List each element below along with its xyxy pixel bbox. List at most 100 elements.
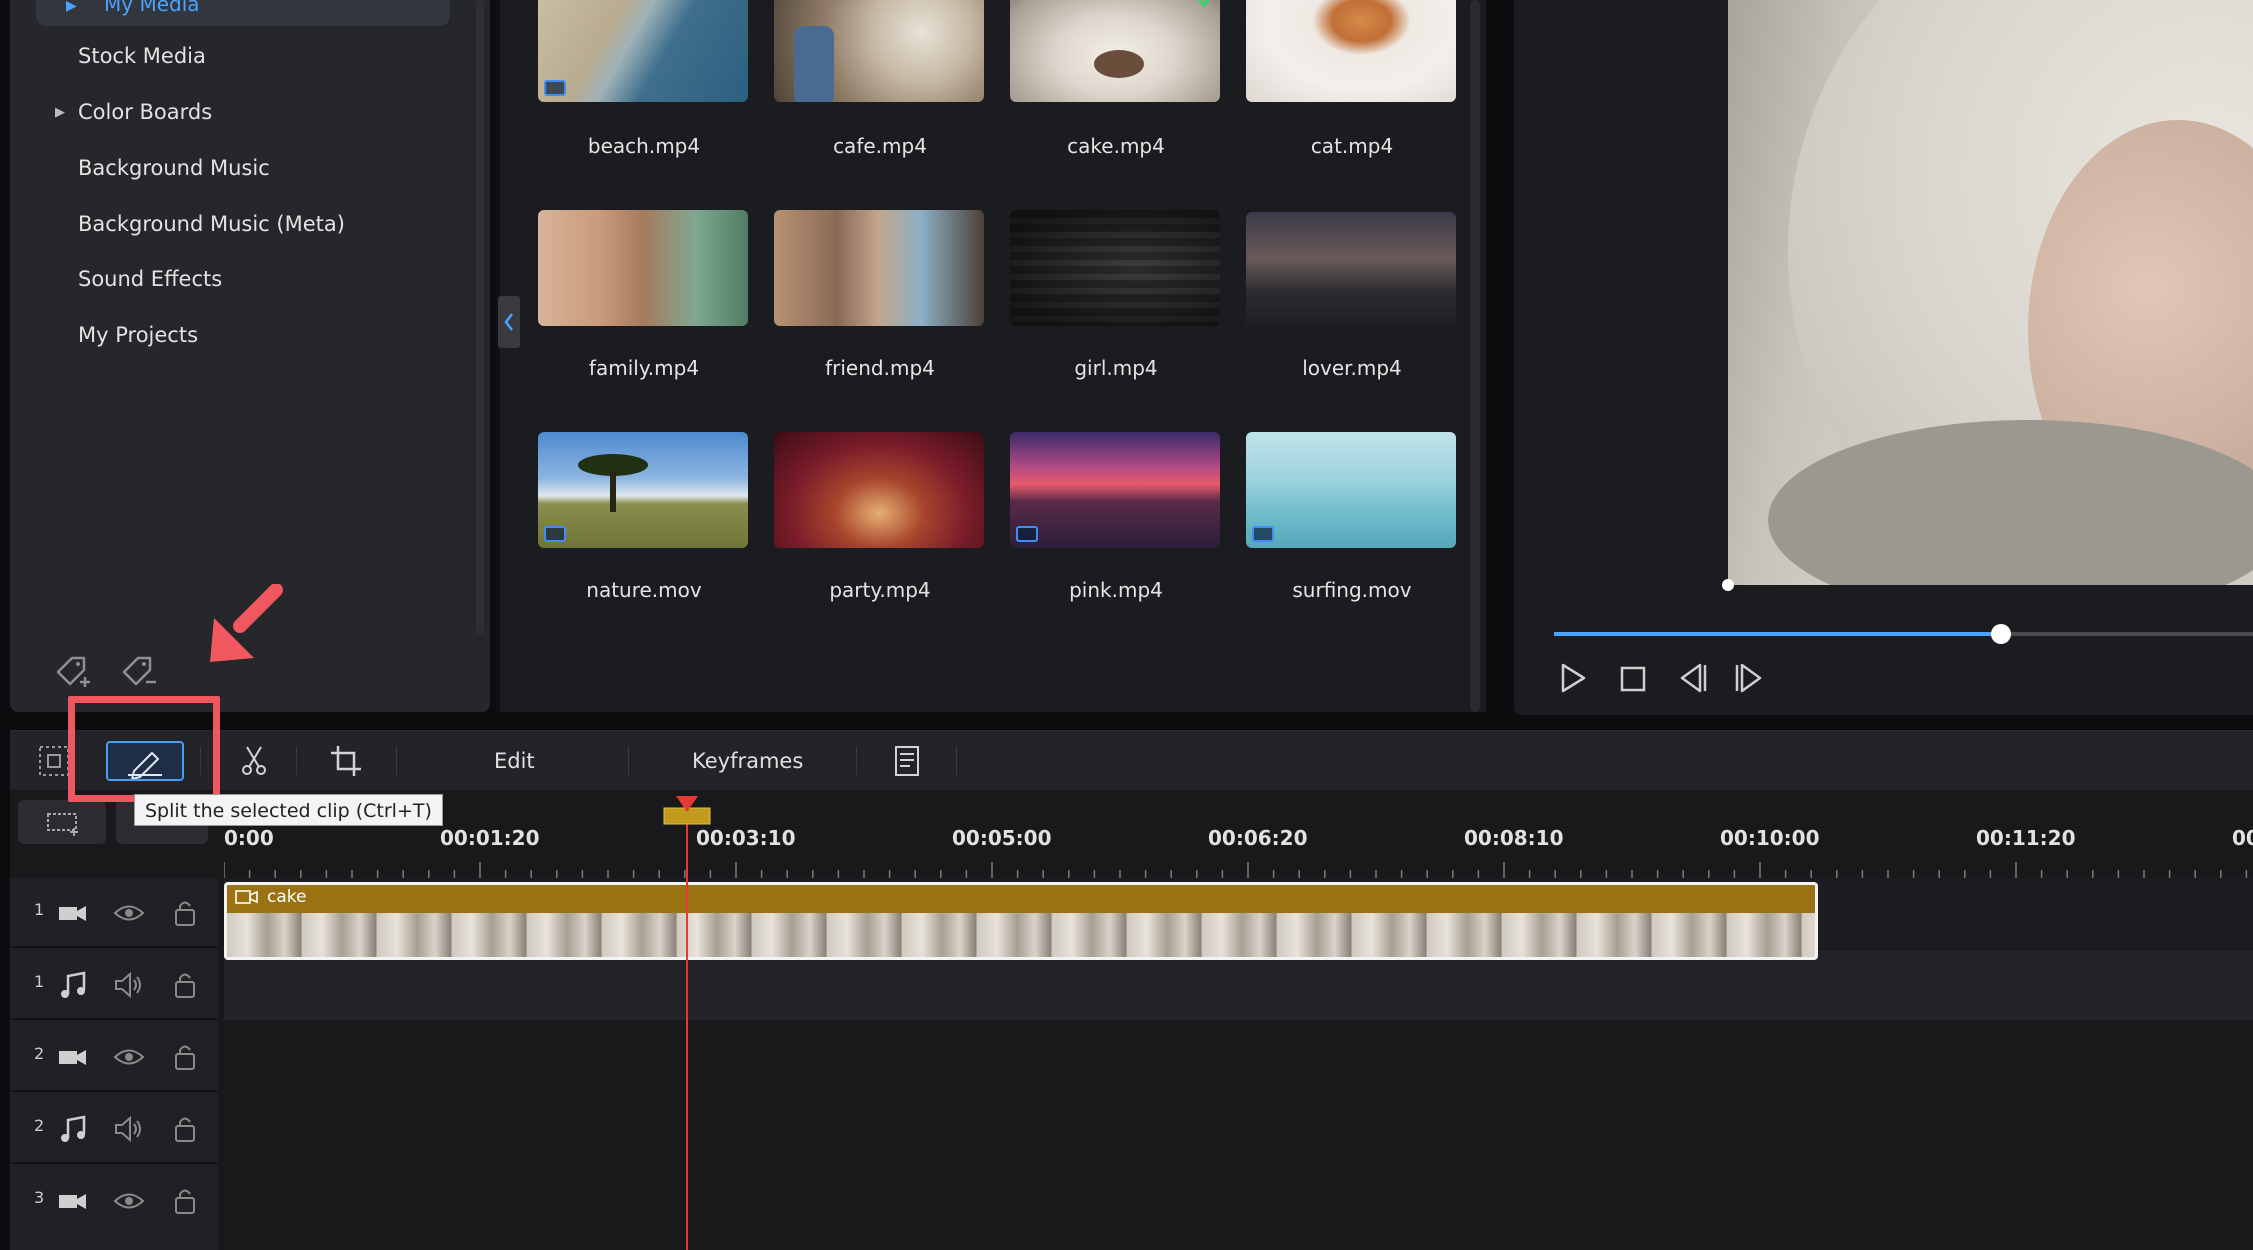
track-manager-button[interactable] (18, 800, 106, 844)
lock-icon[interactable] (168, 968, 202, 1002)
toolbar-separator (628, 747, 629, 775)
eye-icon[interactable] (112, 896, 146, 930)
pen-icon (128, 752, 162, 780)
expand-arrow-icon: ▶ (66, 0, 77, 14)
video-camera-icon (59, 906, 86, 921)
clip-filmstrip (227, 913, 1815, 957)
library-item-my-projects[interactable]: My Projects (10, 315, 450, 355)
track-lane-audio-1[interactable] (224, 950, 2253, 1020)
thumbnail (1246, 432, 1456, 548)
panel-divider[interactable] (496, 0, 500, 712)
playhead-handle[interactable] (662, 796, 712, 826)
eye-icon[interactable] (112, 1040, 146, 1074)
toolbar-separator (956, 747, 957, 775)
library-scrollbar[interactable] (476, 0, 484, 634)
lock-icon[interactable] (168, 1040, 202, 1074)
playback-slider-handle[interactable] (1991, 624, 2012, 644)
collapse-panel-button[interactable] (498, 296, 520, 348)
library-item-label: My Media (104, 0, 200, 16)
lock-icon[interactable] (168, 1184, 202, 1218)
library-item-background-music[interactable]: Background Music (10, 148, 450, 188)
chevron-left-icon (504, 313, 513, 331)
media-file-name: girl.mp4 (1074, 356, 1158, 380)
thumbnail (538, 0, 748, 102)
thumbnail (1246, 0, 1456, 102)
thumbnail (538, 210, 748, 326)
split-clip-button[interactable] (106, 741, 184, 781)
music-note-icon (61, 971, 86, 998)
video-badge-icon (544, 80, 566, 96)
clip-title: cake (267, 887, 307, 907)
ruler-label: 0:00 (224, 826, 274, 850)
ruler-label: 00:06:20 (1208, 826, 1308, 850)
video-camera-icon (59, 1194, 86, 1209)
track-lane-video-2[interactable] (224, 1022, 2253, 1092)
tooltip: Split the selected clip (Ctrl+T) (134, 794, 443, 826)
crop-icon[interactable] (328, 743, 364, 779)
ruler-label: 00 (2232, 826, 2253, 850)
select-mode-icon[interactable] (36, 743, 72, 779)
track-number: 1 (34, 972, 45, 991)
pointer-arrow-icon (210, 584, 283, 662)
speaker-icon[interactable] (112, 1112, 146, 1146)
lock-icon[interactable] (168, 896, 202, 930)
library-item-label: Background Music (Meta) (78, 212, 345, 236)
toolbar-separator (200, 747, 201, 775)
library-item-color-boards[interactable]: ▶ Color Boards (10, 92, 450, 132)
track-row-audio-1: 1 (10, 950, 218, 1020)
media-file-name: cafe.mp4 (833, 134, 927, 158)
track-number: 3 (34, 1188, 45, 1207)
stop-icon[interactable] (1614, 660, 1650, 696)
next-frame-icon[interactable] (1732, 660, 1768, 696)
library-item-label: Sound Effects (78, 267, 223, 291)
track-number: 2 (34, 1116, 45, 1135)
media-scrollbar[interactable] (1470, 0, 1480, 712)
scissors-icon[interactable] (236, 743, 272, 779)
eye-icon[interactable] (112, 1184, 146, 1218)
track-header-column: 1 1 2 2 3 (10, 878, 218, 1250)
thumbnail (1010, 0, 1220, 102)
timeline-panel: 0:00 00:01:20 00:03:10 00:05:00 00:06:20… (10, 790, 2253, 1250)
video-badge-icon (1016, 526, 1038, 542)
previous-frame-icon[interactable] (1674, 660, 1710, 696)
playhead-line (686, 800, 688, 1250)
play-icon[interactable] (1554, 660, 1590, 696)
music-note-icon (61, 1115, 86, 1142)
track-lane-video-3[interactable] (224, 1166, 2253, 1236)
thumbnail (1010, 210, 1220, 326)
ruler-label: 00:08:10 (1464, 826, 1564, 850)
library-item-background-music-meta[interactable]: Background Music (Meta) (10, 204, 450, 244)
thumbnail (774, 0, 984, 102)
library-item-sound-effects[interactable]: Sound Effects (10, 259, 450, 299)
edit-toolbar: Edit Keyframes (10, 730, 2253, 790)
timeline-ruler[interactable] (224, 860, 2253, 880)
track-lane-audio-2[interactable] (224, 1094, 2253, 1164)
library-item-label: Color Boards (78, 100, 213, 124)
ruler-label: 00:11:20 (1976, 826, 2076, 850)
keyframes-tab[interactable]: Keyframes (692, 749, 803, 773)
media-file-name: nature.mov (586, 578, 702, 602)
track-row-video-2: 2 (10, 1022, 218, 1092)
media-file-name: cat.mp4 (1310, 134, 1394, 158)
timeline-clip-cake[interactable]: cake (224, 882, 1818, 960)
remove-tag-icon[interactable] (116, 650, 160, 694)
library-item-stock-media[interactable]: Stock Media (10, 36, 450, 76)
add-tag-icon[interactable] (50, 650, 94, 694)
toolbar-separator (296, 747, 297, 775)
video-clip-icon (235, 890, 258, 904)
subtitle-list-icon[interactable] (888, 743, 924, 779)
media-file-name: pink.mp4 (1069, 578, 1163, 602)
expand-arrow-icon[interactable]: ▶ (55, 105, 65, 120)
track-row-video-3: 3 (10, 1166, 218, 1236)
edit-tab[interactable]: Edit (494, 749, 535, 773)
library-item-label: My Projects (78, 323, 199, 347)
thumbnail (774, 432, 984, 548)
preview-start-marker (1722, 579, 1734, 591)
speaker-icon[interactable] (112, 968, 146, 1002)
track-row-audio-2: 2 (10, 1094, 218, 1164)
lock-icon[interactable] (168, 1112, 202, 1146)
library-item-my-media[interactable]: ▶ My Media (36, 0, 450, 26)
ruler-label: 00:10:00 (1720, 826, 1820, 850)
in-use-check-icon (1197, 0, 1211, 8)
video-badge-icon (544, 526, 566, 542)
